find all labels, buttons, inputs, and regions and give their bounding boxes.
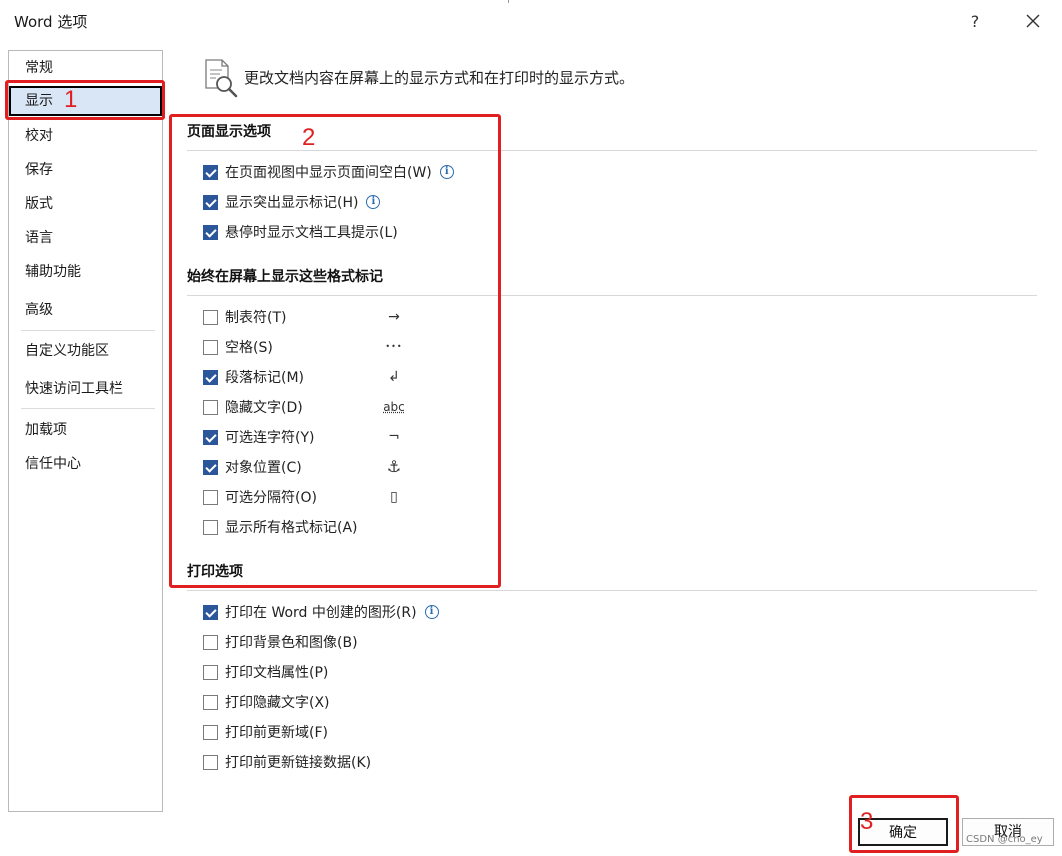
option-label: 打印前更新链接数据(K) (225, 755, 372, 771)
annotation-number-2: 2 (302, 124, 316, 151)
divider (508, 0, 509, 3)
option-label: 打印在 Word 中创建的图形(R) (225, 605, 417, 621)
sidebar-item-quick-access-toolbar[interactable]: 快速访问工具栏 (9, 374, 162, 404)
annotation-box-1 (5, 80, 165, 120)
title-bar: Word 选项 ? (0, 0, 1062, 44)
checkbox[interactable] (203, 724, 218, 740)
help-button[interactable]: ? (962, 10, 988, 34)
option-update-fields[interactable]: 打印前更新域(F) (203, 722, 328, 742)
option-label: 打印前更新域(F) (225, 725, 328, 741)
checkbox[interactable] (203, 694, 218, 710)
option-label: 打印隐藏文字(X) (225, 695, 330, 711)
page-description: 更改文档内容在屏幕上的显示方式和在打印时的显示方式。 (244, 69, 635, 87)
sidebar-item-save[interactable]: 保存 (9, 155, 162, 185)
checkbox[interactable] (203, 754, 218, 770)
info-icon[interactable]: i (424, 605, 439, 619)
window-title: Word 选项 (14, 13, 88, 31)
annotation-box-2 (169, 114, 501, 588)
checkbox[interactable] (203, 664, 218, 680)
sidebar-item-customize-ribbon[interactable]: 自定义功能区 (9, 336, 162, 366)
sidebar-item-add-ins[interactable]: 加载项 (9, 415, 162, 445)
sidebar-item-layout[interactable]: 版式 (9, 189, 162, 219)
option-label: 打印背景色和图像(B) (225, 635, 358, 651)
close-button[interactable] (1018, 8, 1048, 36)
sidebar-item-advanced[interactable]: 高级 (9, 295, 162, 325)
option-print-drawings[interactable]: 打印在 Word 中创建的图形(R) i (203, 602, 439, 622)
sidebar-nav: 常规 显示 校对 保存 版式 语言 辅助功能 高级 自定义功能区 快速访问工具栏… (8, 50, 163, 812)
option-update-linked-data[interactable]: 打印前更新链接数据(K) (203, 752, 371, 772)
document-magnifier-icon (205, 59, 238, 98)
close-icon (1026, 14, 1040, 28)
checkbox[interactable] (203, 604, 218, 620)
annotation-number-1: 1 (64, 86, 78, 113)
sidebar-item-proofing[interactable]: 校对 (9, 121, 162, 151)
divider (21, 330, 155, 331)
divider (21, 408, 155, 409)
sidebar-item-language[interactable]: 语言 (9, 223, 162, 253)
sidebar-item-general[interactable]: 常规 (9, 53, 162, 83)
divider (187, 590, 1037, 591)
watermark: CSDN @cho_ey (966, 834, 1043, 845)
option-label: 打印文档属性(P) (225, 665, 329, 681)
sidebar-item-trust-center[interactable]: 信任中心 (9, 449, 162, 479)
sidebar-item-accessibility[interactable]: 辅助功能 (9, 257, 162, 287)
checkbox[interactable] (203, 634, 218, 650)
option-print-background[interactable]: 打印背景色和图像(B) (203, 632, 358, 652)
option-print-hidden-text[interactable]: 打印隐藏文字(X) (203, 692, 330, 712)
annotation-number-3: 3 (860, 808, 874, 835)
option-print-properties[interactable]: 打印文档属性(P) (203, 662, 328, 682)
